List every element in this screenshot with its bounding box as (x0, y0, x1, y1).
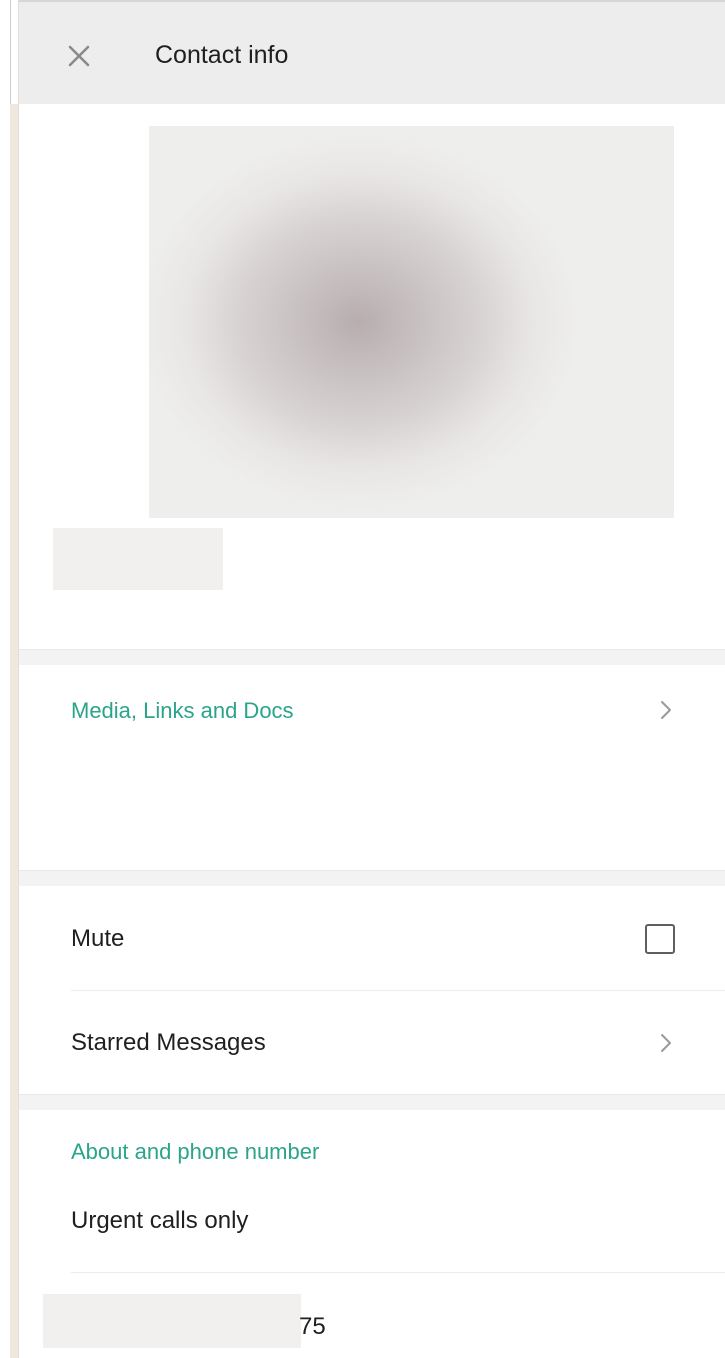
about-status-text: Urgent calls only (71, 1207, 249, 1234)
page-title: Contact info (155, 41, 289, 69)
chevron-right-icon[interactable] (655, 699, 677, 721)
chevron-right-icon[interactable] (655, 1032, 677, 1054)
whatsapp-contact-info-window: Contact info Media, Links and Docs Mute … (0, 0, 725, 1358)
phone-number-redacted (43, 1294, 301, 1348)
about-phone-section: About and phone number Urgent calls only… (19, 1110, 725, 1358)
chat-pane-edge (0, 0, 19, 1358)
phone-number-suffix: 75 (299, 1313, 326, 1340)
contact-name-redacted (53, 528, 223, 590)
chat-pane-border (10, 0, 11, 104)
chat-wallpaper-strip (10, 104, 18, 1358)
contact-info-header: Contact info (19, 0, 725, 104)
starred-messages-label[interactable]: Starred Messages (71, 1028, 266, 1058)
close-icon (68, 45, 90, 67)
profile-section (19, 104, 725, 649)
profile-photo[interactable] (149, 126, 674, 518)
media-links-docs-label: Media, Links and Docs (71, 698, 294, 723)
section-divider (19, 649, 725, 665)
section-divider (19, 1094, 725, 1110)
chat-settings-section: Mute Starred Messages (19, 886, 725, 1094)
media-links-docs-section[interactable]: Media, Links and Docs (19, 665, 725, 871)
mute-label: Mute (71, 925, 125, 952)
mute-checkbox[interactable] (645, 924, 675, 954)
row-divider (71, 1272, 725, 1273)
about-phone-label: About and phone number (71, 1139, 320, 1164)
close-button[interactable] (61, 38, 97, 74)
contact-info-panel: Contact info Media, Links and Docs Mute … (19, 0, 725, 1358)
section-divider (19, 870, 725, 886)
row-divider (71, 990, 725, 991)
